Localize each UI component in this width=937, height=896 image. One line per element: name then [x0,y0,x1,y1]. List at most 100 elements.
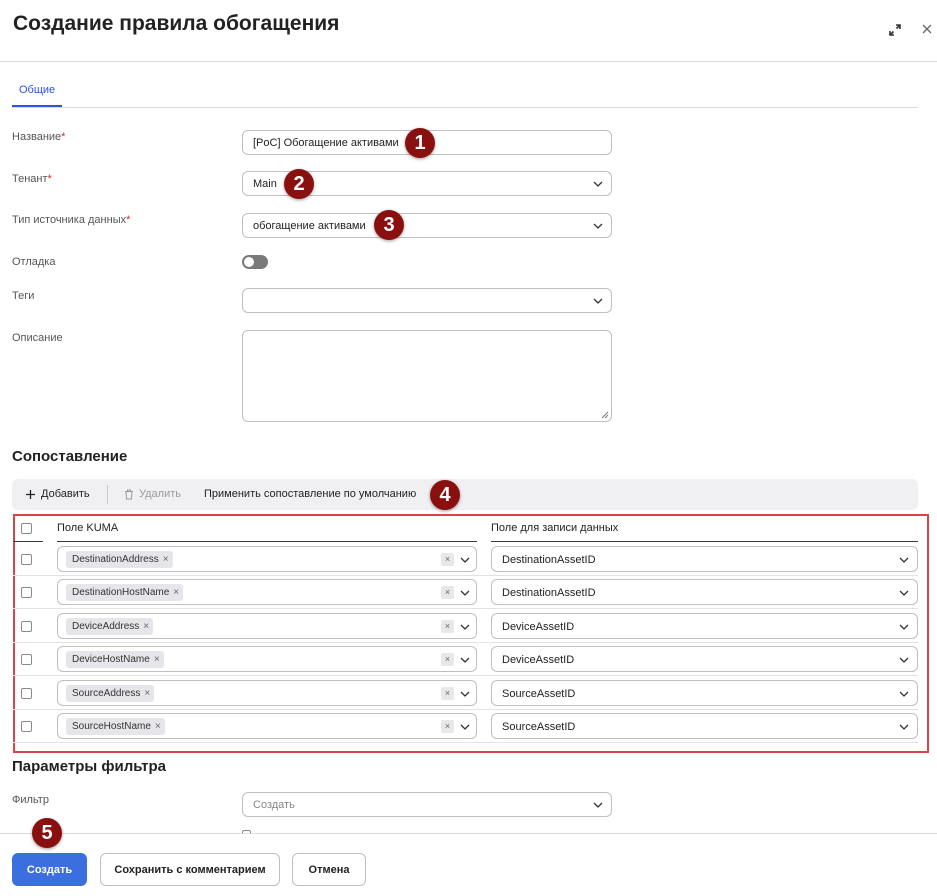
chevron-down-icon [460,724,470,730]
modal-footer: Создать Сохранить с комментарием Отмена [0,833,937,896]
name-label: Название* [12,131,66,143]
write-field-value: DeviceAssetID [502,621,575,633]
clear-icon[interactable]: × [441,687,454,700]
filter-title: Параметры фильтра [12,758,166,775]
tenant-value: Main [253,178,277,190]
chevron-down-icon [899,590,909,596]
chip-label: DestinationAddress [72,554,159,565]
close-icon[interactable] [920,22,934,36]
annotation-marker-5: 5 [32,818,62,848]
kuma-field-select[interactable]: SourceAddress × × [57,680,477,706]
annotation-marker-4: 4 [430,480,460,510]
chip-remove-icon[interactable]: × [154,654,160,668]
annotation-marker-3: 3 [374,210,404,240]
debug-label: Отладка [12,256,56,268]
modal-header: Создание правила обогащения [0,0,937,62]
chip-remove-icon[interactable]: × [163,554,169,568]
cancel-button[interactable]: Отмена [292,853,366,886]
toggle-knob [244,257,254,267]
row-divider [13,742,918,743]
write-field-select[interactable]: DeviceAssetID [491,613,918,639]
delete-button[interactable]: Удалить [124,488,181,500]
write-field-select[interactable]: DestinationAssetID [491,579,918,605]
chip-label: DeviceAddress [72,621,140,632]
row-checkbox[interactable] [21,554,32,565]
row-checkbox[interactable] [21,688,32,699]
chevron-down-icon [460,624,470,630]
column-kuma-field: Поле KUMA [57,522,119,534]
kuma-field-select[interactable]: DeviceAddress × × [57,613,477,639]
row-checkbox[interactable] [21,621,32,632]
clear-icon[interactable]: × [441,620,454,633]
chevron-down-icon [899,691,909,697]
clear-icon[interactable]: × [441,653,454,666]
kuma-field-select[interactable]: SourceHostName × × [57,713,477,739]
row-checkbox[interactable] [21,721,32,732]
tab-general[interactable]: Общие [12,72,63,107]
resize-handle-icon[interactable] [601,411,609,419]
row-checkbox[interactable] [21,654,32,665]
expand-icon[interactable] [887,22,903,38]
add-label: Добавить [41,488,90,500]
delete-label: Удалить [139,488,181,500]
plus-icon [26,489,35,499]
select-all-checkbox[interactable] [21,523,32,534]
save-with-comment-button[interactable]: Сохранить с комментарием [100,853,280,886]
filter-select[interactable]: Создать [242,792,612,817]
header-divider [491,541,918,542]
toolbar-divider [107,485,108,504]
page-title: Создание правила обогащения [13,12,340,35]
row-divider [13,675,918,676]
chip-remove-icon[interactable]: × [155,721,161,735]
row-checkbox[interactable] [21,587,32,598]
create-button[interactable]: Создать [12,853,87,886]
chevron-down-icon [593,802,603,808]
kuma-field-select[interactable]: DestinationHostName × × [57,579,477,605]
tenant-label: Тенант* [12,173,52,185]
source-type-select[interactable]: обогащение активами [242,213,612,238]
kuma-field-chip: DeviceHostName × [66,651,164,668]
row-divider [13,608,918,609]
add-button[interactable]: Добавить [25,488,90,500]
chip-remove-icon[interactable]: × [144,688,150,702]
kuma-field-select[interactable]: DeviceHostName × × [57,646,477,672]
tags-select[interactable] [242,288,612,313]
filter-placeholder: Создать [253,799,295,811]
write-field-select[interactable]: DestinationAssetID [491,546,918,572]
tab-bar: Общие [12,72,918,108]
kuma-field-chip: DestinationAddress × [66,551,173,568]
write-field-select[interactable]: SourceAssetID [491,713,918,739]
write-field-select[interactable]: DeviceAssetID [491,646,918,672]
kuma-field-select[interactable]: DestinationAddress × × [57,546,477,572]
write-field-value: DeviceAssetID [502,654,575,666]
chip-label: DestinationHostName [72,587,170,598]
chevron-down-icon [593,181,603,187]
chip-remove-icon[interactable]: × [173,587,179,601]
kuma-field-chip: SourceAddress × [66,685,155,702]
clear-icon[interactable]: × [441,720,454,733]
filter-label: Фильтр [12,794,49,806]
annotation-marker-1: 1 [405,128,435,158]
kuma-field-chip: DeviceAddress × [66,618,154,635]
kuma-field-chip: DestinationHostName × [66,584,184,601]
clear-icon[interactable]: × [441,553,454,566]
tags-label: Теги [12,290,35,302]
description-label: Описание [12,332,63,344]
apply-default-mapping-button[interactable]: Применить сопоставление по умолчанию [204,488,416,500]
write-field-value: SourceAssetID [502,688,576,700]
chevron-down-icon [460,657,470,663]
description-textarea[interactable] [242,330,612,422]
chevron-down-icon [899,657,909,663]
header-divider [13,541,43,542]
write-field-select[interactable]: SourceAssetID [491,680,918,706]
write-field-value: SourceAssetID [502,721,576,733]
debug-toggle[interactable] [242,255,268,269]
mapping-title: Сопоставление [12,448,128,465]
trash-icon [125,489,133,499]
annotation-marker-2: 2 [284,169,314,199]
source-type-label: Тип источника данных* [12,214,131,226]
column-write-field: Поле для записи данных [491,522,619,534]
chip-remove-icon[interactable]: × [143,621,149,635]
clear-icon[interactable]: × [441,586,454,599]
chevron-down-icon [899,724,909,730]
